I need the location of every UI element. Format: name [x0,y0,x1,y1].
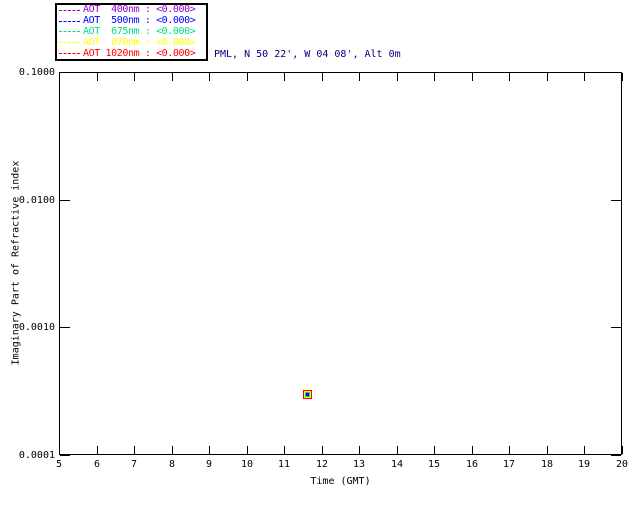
legend-box: AOT 400nm : <0.000> AOT 500nm : <0.000> AO… [55,3,208,61]
legend-item-label: AOT 870nm : <0.000> [83,36,196,48]
y-tick-right [611,327,621,328]
x-tick-top [322,73,323,81]
x-tick-bottom [584,446,585,454]
legend-dash-sample [59,53,80,55]
x-tick-label: 11 [277,459,291,470]
legend-item: AOT 675nm : <0.000> [59,25,204,37]
x-tick-label: 16 [465,459,479,470]
x-tick-bottom [397,446,398,454]
x-axis-title: Time (GMT) [310,476,371,487]
legend-dash-sample [59,31,80,33]
legend-item-label: AOT 1020nm : <0.000> [83,47,196,59]
x-tick-label: 7 [130,459,138,470]
x-tick-bottom [322,446,323,454]
x-tick-top [472,73,473,81]
legend-item: AOT 1020nm : <0.000> [59,47,204,59]
x-tick-top [547,73,548,81]
y-tick-right [611,200,621,201]
x-tick-top [434,73,435,81]
y-axis-title: Imaginary Part of Refractive index [10,160,22,366]
x-tick-bottom [247,446,248,454]
legend-item-label: AOT 500nm : <0.000> [83,15,196,27]
x-tick-bottom [622,446,623,454]
x-tick-bottom [209,446,210,454]
x-tick-top [284,73,285,81]
x-tick-label: 9 [205,459,213,470]
x-tick-bottom [284,446,285,454]
legend-item: AOT 500nm : <0.000> [59,16,204,26]
legend-dash-sample [59,42,80,44]
legend-item-label: AOT 400nm : <0.000> [83,4,196,16]
plot-canvas: AOT 400nm : <0.000> AOT 500nm : <0.000> AO… [0,0,640,512]
y-tick-left [60,200,70,201]
x-tick-bottom [547,446,548,454]
x-tick-top [584,73,585,81]
x-tick-top [509,73,510,81]
x-tick-top [134,73,135,81]
y-tick-left [60,327,70,328]
x-tick-label: 20 [615,459,629,470]
y-tick-right [611,455,621,456]
y-tick-label: 0.0010 [18,322,55,333]
x-tick-label: 18 [540,459,554,470]
x-tick-top [359,73,360,81]
x-tick-top [247,73,248,81]
x-tick-bottom [359,446,360,454]
x-tick-label: 10 [240,459,254,470]
x-tick-label: 19 [577,459,591,470]
x-tick-top [97,73,98,81]
x-tick-label: 12 [315,459,329,470]
x-tick-top [397,73,398,81]
legend-item-label: AOT 675nm : <0.000> [83,25,196,37]
y-tick-label: 0.0001 [18,450,55,461]
x-tick-bottom [472,446,473,454]
y-tick-left [60,455,70,456]
x-tick-top [59,73,60,81]
x-tick-label: 17 [502,459,516,470]
y-tick-label: 0.0100 [18,195,55,206]
legend-dash-sample [59,9,80,11]
x-tick-bottom [434,446,435,454]
x-tick-bottom [59,446,60,454]
data-point-marker [307,393,309,395]
x-tick-bottom [509,446,510,454]
y-tick-right [611,72,621,73]
x-tick-bottom [172,446,173,454]
x-tick-label: 8 [168,459,176,470]
plot-area [59,72,622,455]
legend-item: AOT 400nm : <0.000> [59,5,204,15]
y-tick-label: 0.1000 [18,67,55,78]
x-tick-bottom [134,446,135,454]
x-tick-top [172,73,173,81]
y-tick-left [60,72,70,73]
x-tick-top [209,73,210,81]
x-tick-label: 13 [352,459,366,470]
x-tick-bottom [97,446,98,454]
site-info: PML, N 50 22', W 04 08', Alt 0m [214,49,401,60]
x-tick-label: 15 [427,459,441,470]
legend-item: AOT 870nm : <0.000> [59,36,204,48]
x-tick-top [622,73,623,81]
x-tick-label: 6 [93,459,101,470]
x-tick-label: 14 [390,459,404,470]
legend-dash-sample [59,20,80,22]
